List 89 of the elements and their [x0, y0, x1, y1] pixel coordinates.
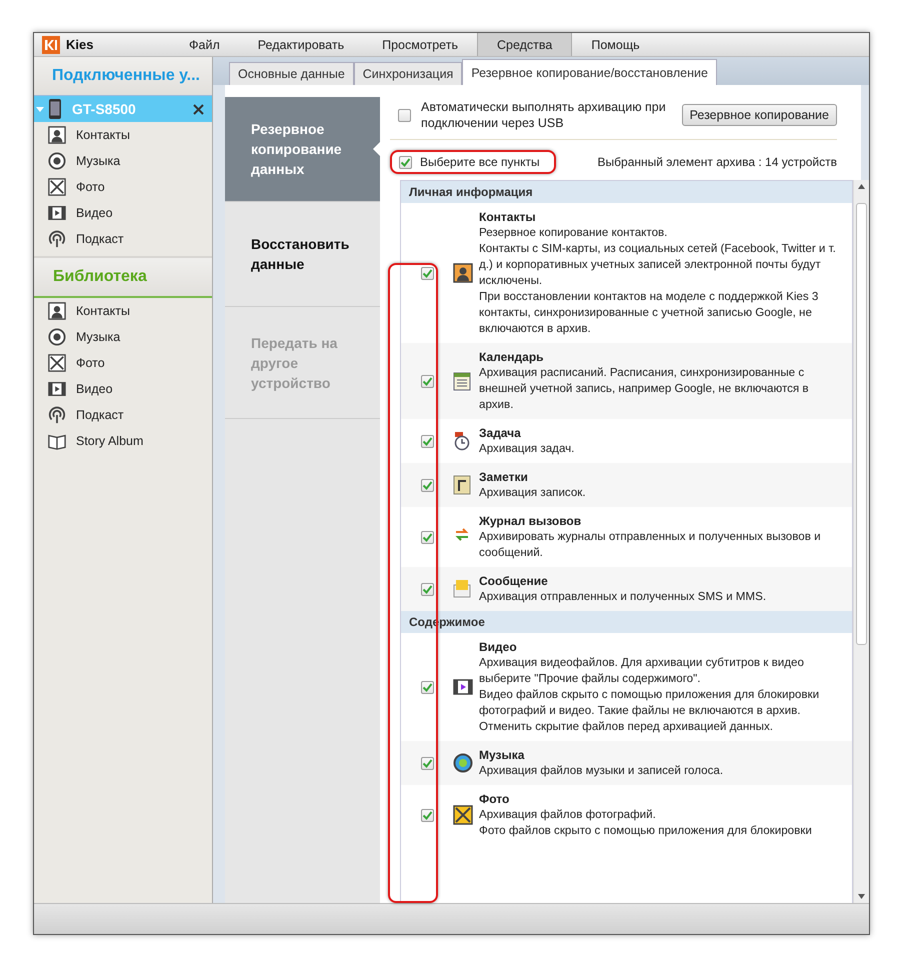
book-icon — [48, 432, 66, 450]
sidebar-item[interactable]: Музыка — [34, 148, 212, 174]
item-description: Резервное копирование контактов. — [479, 225, 668, 241]
person-icon — [48, 126, 66, 144]
backup-button[interactable]: Резервное копирование — [682, 104, 837, 126]
item-title: Заметки — [479, 469, 529, 485]
sidebar-item[interactable]: Подкаст — [34, 402, 212, 428]
close-icon[interactable] — [193, 104, 204, 114]
item-description: При восстановлении контактов на моделе с поддержкой Kies 3 контакты, синхронизированные с учетной записью Google, не включаются в архив. — [479, 289, 820, 337]
item-title: Музыка — [479, 747, 526, 763]
tab[interactable]: Резервное копирование/восстановление — [462, 59, 717, 85]
checkbox[interactable] — [420, 478, 434, 492]
sidebar-item[interactable]: Подкаст — [34, 226, 212, 252]
item-description: Видео файлов скрыто с помощью приложения для блокировки фотографий и видео. Такие файлы не включаются в архив. — [479, 687, 820, 719]
sidebar-item[interactable]: Контакты — [34, 122, 212, 148]
item-description: Архивация расписаний. Расписания, синхронизированные с внешней учетной запись, например Google, не включаются в архив. — [479, 365, 810, 413]
expand-icon[interactable] — [36, 106, 44, 112]
item-title: Задача — [479, 425, 522, 441]
sidebar-item[interactable]: Story Album — [34, 428, 212, 454]
item-title: Календарь — [479, 349, 545, 365]
disc-icon — [48, 152, 66, 170]
checkbox[interactable] — [420, 374, 434, 388]
checkbox[interactable] — [398, 108, 411, 122]
checkbox[interactable] — [420, 808, 434, 822]
device-name: GT-S8500 — [72, 101, 137, 117]
select-all-label: Выберите все пункты — [420, 155, 540, 169]
person-icon — [48, 302, 66, 320]
library-header: Библиотека — [34, 256, 212, 298]
scroll-down-icon[interactable] — [858, 894, 865, 899]
sidebar-item[interactable]: Фото — [34, 174, 212, 200]
checkbox[interactable] — [420, 582, 434, 596]
item-description: Отменить скрытие файлов перед архивацией данных. — [479, 719, 774, 735]
clock-icon — [453, 431, 471, 451]
phone-icon — [48, 98, 62, 120]
item-title: Фото — [479, 791, 510, 807]
item-description: Архивация файлов музыки и записей голоса. — [479, 763, 724, 779]
item-description: Архивация записок. — [479, 485, 587, 501]
checkbox[interactable] — [420, 266, 434, 280]
section-header: Личная информация — [401, 181, 852, 203]
checkbox[interactable] — [420, 680, 434, 694]
item-description: Контакты с SIM-карты, из социальных сетей (Facebook, Twitter и т. д.) и корпоративных учетных записей электронной почты будут исключены. — [479, 241, 837, 289]
film-icon — [453, 677, 473, 697]
nav-item[interactable]: Резервное копирование данных — [225, 97, 380, 202]
scrollbar[interactable] — [853, 180, 869, 903]
disc-icon — [453, 753, 473, 773]
person-icon — [453, 263, 473, 283]
tab[interactable]: Основные данные — [229, 62, 354, 85]
app-title: Kies — [66, 37, 94, 52]
film-icon — [48, 204, 66, 222]
item-title: Сообщение — [479, 573, 549, 589]
sidebar-item[interactable]: Видео — [34, 376, 212, 402]
sidebar-item[interactable]: Видео — [34, 200, 212, 226]
checkbox[interactable] — [420, 756, 434, 770]
scroll-up-icon[interactable] — [858, 184, 865, 189]
item-description: Архивация файлов фотографий. — [479, 807, 657, 823]
menu-item[interactable]: Помощь — [572, 33, 659, 56]
item-description: Архивация отправленных и полученных SMS и MMS. — [479, 589, 768, 605]
item-description: Архивация задач. — [479, 441, 576, 457]
item-title: Видео — [479, 639, 518, 655]
disc-icon — [48, 328, 66, 346]
item-title: Журнал вызовов — [479, 513, 582, 529]
logo-icon — [42, 36, 60, 54]
calendar-icon — [453, 371, 471, 391]
picture-icon — [48, 178, 66, 196]
select-all-checkbox[interactable] — [399, 156, 412, 168]
item-description: Архивация видеофайлов. Для архивации субтитров к видео выберите "Прочие файлы содержимого". — [479, 655, 805, 687]
picture-icon — [48, 354, 66, 372]
item-description: Фото файлов скрыто с помощью приложения для блокировки — [479, 823, 813, 839]
broadcast-icon — [48, 230, 66, 248]
film-icon — [48, 380, 66, 398]
menu-item[interactable]: Средства — [476, 33, 572, 56]
note-icon — [453, 475, 471, 495]
item-title: Контакты — [479, 209, 537, 225]
selected-count: Выбранный элемент архива : 14 устройств — [598, 155, 837, 169]
sidebar-item[interactable]: Контакты — [34, 298, 212, 324]
tab[interactable]: Синхронизация — [354, 62, 462, 85]
envelope-icon — [453, 579, 471, 599]
menu-item[interactable]: Файл — [170, 33, 239, 56]
connected-devices-header: Подключенные у... — [34, 57, 212, 95]
picture-icon — [453, 805, 473, 825]
item-description: Архивировать журналы отправленных и полученных вызовов и сообщений. — [479, 529, 822, 561]
broadcast-icon — [48, 406, 66, 424]
auto-backup-label: Автоматически выполнять архивацию при подключении через USB — [421, 99, 667, 131]
checkbox[interactable] — [420, 530, 434, 544]
menu-item[interactable]: Редактировать — [238, 33, 364, 56]
menu-item[interactable]: Просмотреть — [363, 33, 477, 56]
sidebar-item[interactable]: Фото — [34, 350, 212, 376]
sidebar-item[interactable]: Музыка — [34, 324, 212, 350]
checkbox[interactable] — [420, 434, 434, 448]
